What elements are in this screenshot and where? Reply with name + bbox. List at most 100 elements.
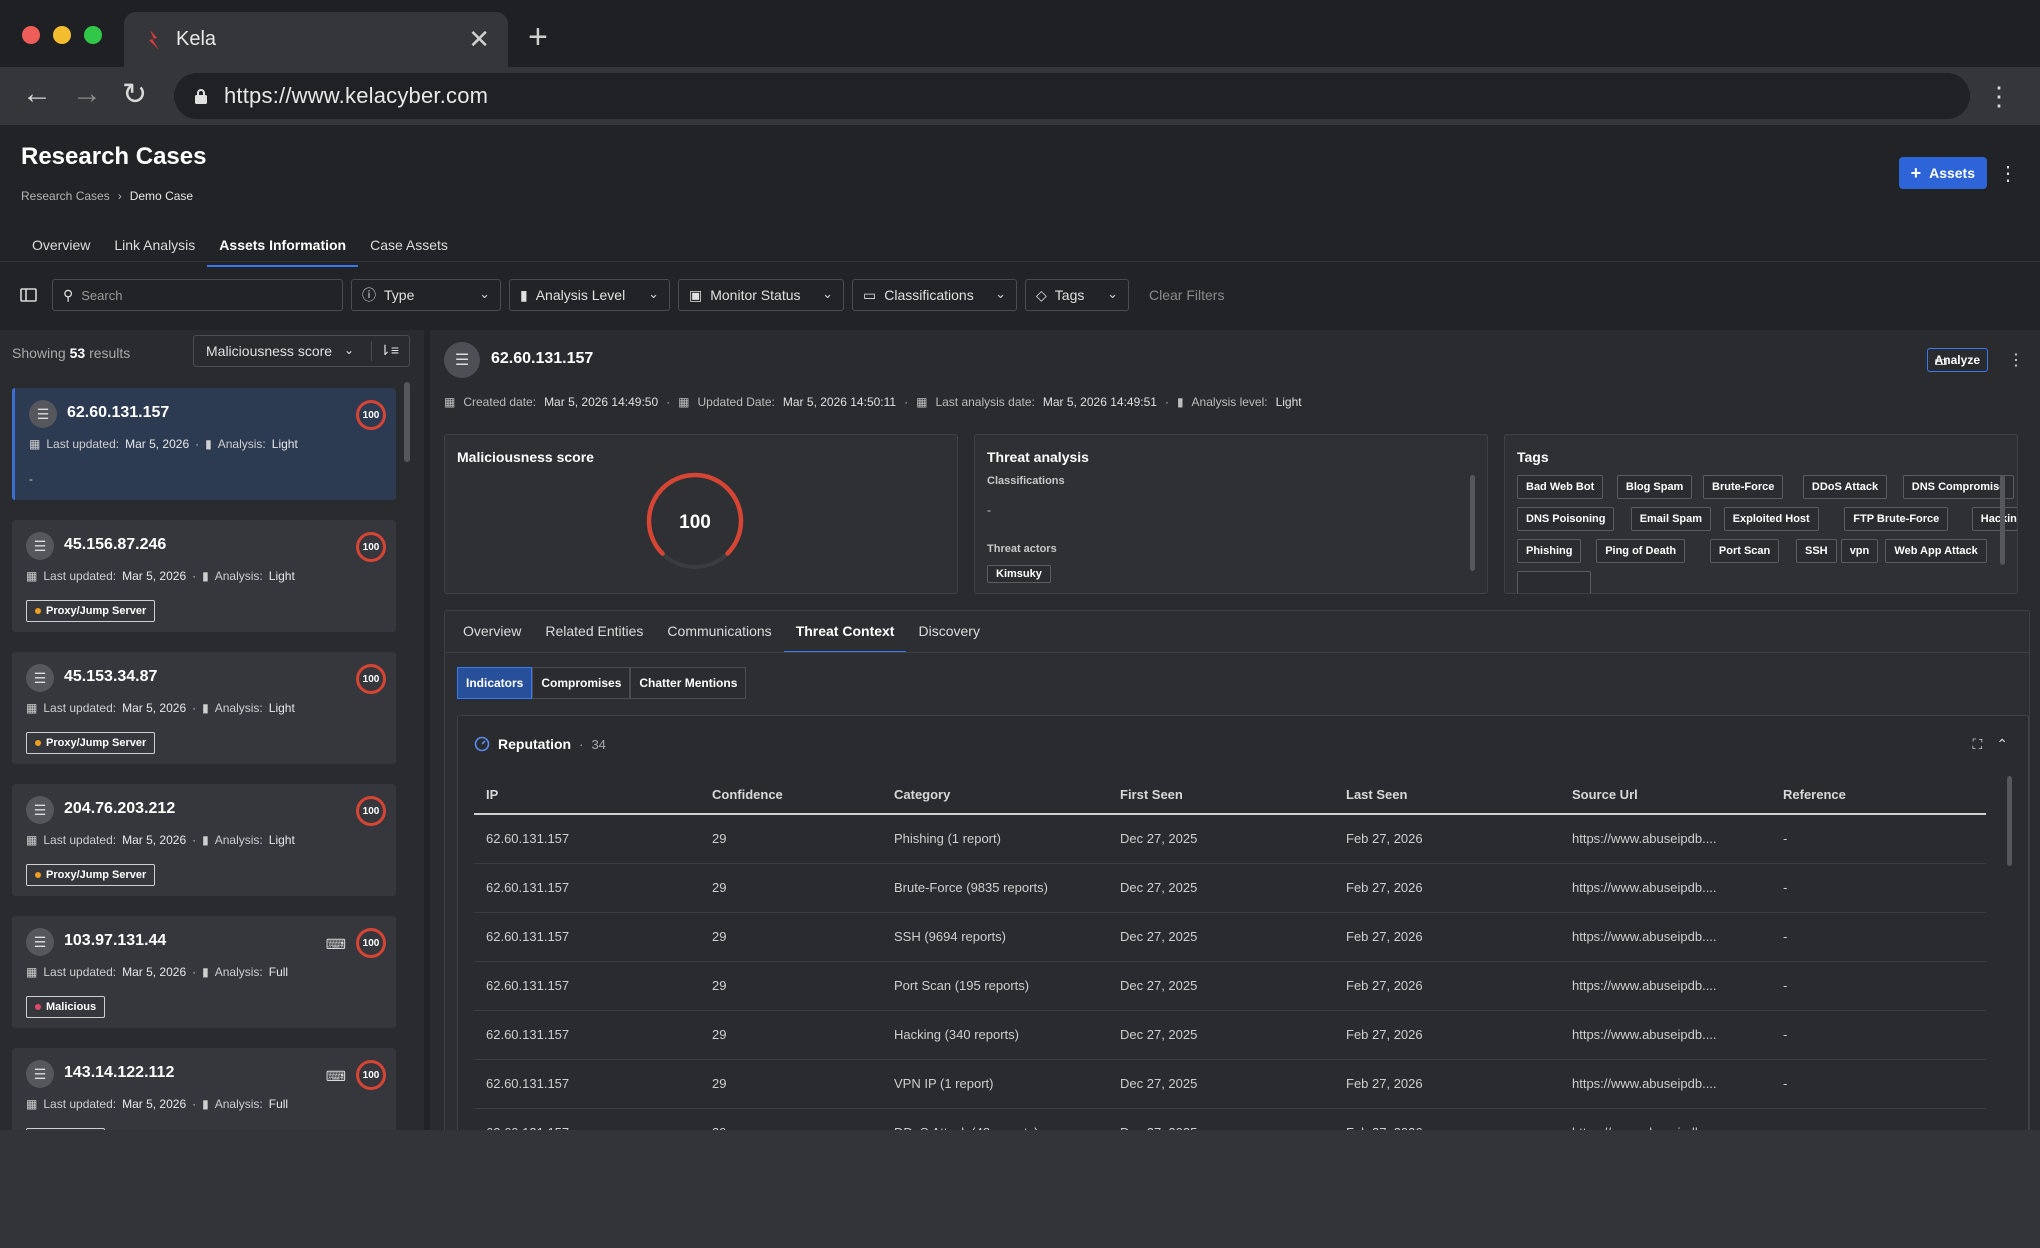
meta-separator: · — [195, 437, 200, 451]
table-cell: Dec 27, 2025 — [1108, 912, 1334, 962]
table-cell[interactable]: https://www.abuseipdb.... — [1560, 1108, 1771, 1130]
more-options-icon[interactable]: ⋮ — [1998, 161, 2018, 186]
forward-icon[interactable]: → — [72, 77, 102, 111]
tags-filter[interactable]: ◇ Tags ⌄ — [1025, 279, 1129, 311]
browser-tab[interactable]: Kela ✕ — [124, 12, 508, 67]
tag-chip[interactable]: Web App Attack — [1885, 539, 1987, 563]
segment-chatter-mentions[interactable]: Chatter Mentions — [630, 667, 747, 699]
type-filter[interactable]: ⓘ Type ⌄ — [351, 279, 501, 311]
tags-scrollbar[interactable] — [2000, 475, 2005, 565]
breadcrumb-research-cases[interactable]: Research Cases — [21, 189, 110, 203]
more-options-icon[interactable]: ⋮ — [2008, 350, 2024, 370]
table-row[interactable]: 62.60.131.157 29 SSH (9694 reports) Dec 27,… — [474, 912, 1986, 962]
analysis-level-filter[interactable]: ▮ Analysis Level ⌄ — [509, 279, 670, 311]
tag-chip[interactable]: Brute-Force — [1703, 475, 1784, 499]
analyze-button[interactable]: Analyze — [1926, 348, 1988, 372]
reputation-count: 34 — [591, 736, 606, 752]
tag-chip[interactable]: Hacking — [1971, 507, 2017, 531]
tag-chip[interactable]: vpn — [1840, 539, 1879, 563]
add-assets-button[interactable]: + Assets — [1898, 157, 1987, 189]
chevron-up-icon[interactable]: ⌃ — [1996, 736, 2008, 753]
url-bar[interactable]: https://www.kelacyber.com — [174, 73, 1970, 119]
result-card[interactable]: ☰ 143.14.122.112 ⌨ 100 ▦ Last updated: Mar 5, … — [12, 1048, 396, 1130]
reload-icon[interactable]: ↻ — [122, 77, 147, 112]
table-row[interactable]: 62.60.131.157 29 VPN IP (1 report) Dec 27, … — [474, 1059, 1986, 1109]
tag-chip[interactable]: Ping of Death — [1596, 539, 1686, 563]
tag-chip[interactable]: Bad Web Bot — [1517, 475, 1604, 499]
tab-related-entities[interactable]: Related Entities — [533, 611, 655, 653]
sort-select[interactable]: Maliciousness score ⌄ ⇂≡ — [193, 335, 410, 367]
maximize-window-button[interactable] — [84, 26, 102, 44]
tag-chip[interactable]: Exploited Host — [1723, 507, 1819, 531]
back-icon[interactable]: ← — [22, 77, 52, 111]
clear-filters-button[interactable]: Clear Filters — [1149, 287, 1224, 303]
tag-chip[interactable]: DNS Poisoning — [1517, 507, 1615, 531]
table-cell: Feb 27, 2026 — [1334, 1108, 1560, 1130]
tag-chip[interactable]: Email Spam — [1630, 507, 1712, 531]
table-scrollbar[interactable] — [2007, 776, 2012, 866]
table-row[interactable]: 62.60.131.157 29 Brute-Force (9835 reports… — [474, 863, 1986, 913]
close-window-button[interactable] — [22, 26, 40, 44]
sort-direction-icon[interactable]: ⇂≡ — [379, 342, 399, 359]
column-header[interactable]: Category — [882, 776, 1108, 815]
tab-detail-overview[interactable]: Overview — [451, 611, 533, 653]
threat-actor-chip[interactable]: Kimsuky — [987, 565, 1051, 583]
column-header[interactable]: First Seen — [1108, 776, 1334, 815]
tab-communications[interactable]: Communications — [655, 611, 783, 653]
analysis-value: Light — [268, 701, 295, 715]
tag-chip[interactable]: DDoS Attack — [1802, 475, 1888, 499]
calendar-icon: ▦ — [26, 1097, 38, 1111]
table-cell[interactable]: https://www.abuseipdb.... — [1560, 1010, 1771, 1060]
browser-menu-icon[interactable]: ⋮ — [1986, 81, 2012, 112]
close-tab-icon[interactable]: ✕ — [468, 24, 490, 55]
column-header[interactable]: IP — [474, 776, 700, 815]
tab-discovery[interactable]: Discovery — [906, 611, 991, 653]
sort-divider — [371, 341, 372, 361]
table-cell[interactable]: https://www.abuseipdb.... — [1560, 1059, 1771, 1109]
table-cell[interactable]: https://www.abuseipdb.... — [1560, 961, 1771, 1011]
column-header[interactable]: Reference — [1771, 776, 1986, 815]
table-row[interactable]: 62.60.131.15729DDoS Attack (48 reports)D… — [474, 1108, 1986, 1130]
tab-threat-context[interactable]: Threat Context — [783, 611, 907, 653]
detail-tabs-divider — [445, 652, 2029, 653]
column-header[interactable]: Source Url — [1560, 776, 1771, 815]
table-cell: Port Scan (195 reports) — [882, 961, 1108, 1011]
result-card[interactable]: ☰ 204.76.203.212 100 ▦ Last updated: Mar 5, 2… — [12, 784, 396, 896]
tag-chip[interactable]: Port Scan — [1709, 539, 1780, 563]
result-card[interactable]: ☰ 62.60.131.157 100 ▦ Last updated: Mar 5, 20… — [12, 388, 396, 500]
result-card[interactable]: ☰ 103.97.131.44 ⌨ 100 ▦ Last updated: Mar 5, 2… — [12, 916, 396, 1028]
sidebar-toggle-icon[interactable] — [20, 288, 37, 302]
table-cell[interactable]: https://www.abuseipdb.... — [1560, 814, 1771, 864]
expand-icon[interactable]: ⛶ — [1972, 736, 1982, 753]
tag-chip[interactable]: FTP Brute-Force — [1844, 507, 1949, 531]
badge-label: Proxy/Jump Server — [46, 869, 147, 881]
threat-scrollbar[interactable] — [1470, 475, 1475, 571]
result-card[interactable]: ☰ 45.156.87.246 100 ▦ Last updated: Mar 5, 20… — [12, 520, 396, 632]
table-row[interactable]: 62.60.131.157 29 Hacking (340 reports) Dec … — [474, 1010, 1986, 1060]
segment-indicators[interactable]: Indicators — [457, 667, 533, 699]
tag-chip[interactable]: Phishing — [1517, 539, 1582, 563]
maliciousness-score-box: Maliciousness score 100 — [444, 434, 958, 594]
tag-chip[interactable]: DNS Compromise — [1902, 475, 2015, 499]
result-card[interactable]: ☰ 45.153.34.87 100 ▦ Last updated: Mar 5, 202… — [12, 652, 396, 764]
classifications-filter[interactable]: ▭ Classifications ⌄ — [852, 279, 1017, 311]
meta-separator: · — [192, 1097, 197, 1111]
bar-chart-icon: ▮ — [202, 701, 209, 715]
results-scrollbar[interactable] — [404, 382, 410, 462]
minimize-window-button[interactable] — [53, 26, 71, 44]
search-input[interactable]: ⚲ Search — [52, 279, 343, 311]
analysis-level-label: Analysis level: — [1191, 395, 1268, 409]
tag-chip[interactable]: SSH — [1796, 539, 1837, 563]
tag-chip[interactable]: Blog Spam — [1616, 475, 1693, 499]
column-header[interactable]: Last Seen — [1334, 776, 1560, 815]
table-row[interactable]: 62.60.131.157 29 Phishing (1 report) Dec 27… — [474, 814, 1986, 864]
table-row[interactable]: 62.60.131.157 29 Port Scan (195 reports) De… — [474, 961, 1986, 1011]
column-header[interactable]: Confidence — [700, 776, 882, 815]
table-cell[interactable]: https://www.abuseipdb.... — [1560, 912, 1771, 962]
table-cell[interactable]: https://www.abuseipdb.... — [1560, 863, 1771, 913]
last-updated-value: Mar 5, 2026 — [122, 569, 187, 583]
tag-chip-overflow[interactable] — [1517, 571, 1591, 593]
monitor-status-filter[interactable]: ▣ Monitor Status ⌄ — [678, 279, 844, 311]
segment-compromises[interactable]: Compromises — [532, 667, 631, 699]
new-tab-icon[interactable]: + — [528, 18, 548, 57]
